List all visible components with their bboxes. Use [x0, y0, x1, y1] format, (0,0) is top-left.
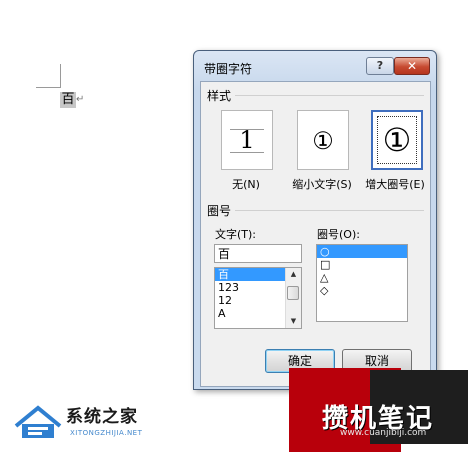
scroll-down-arrow-icon[interactable]: ▼ [286, 315, 301, 328]
xitongzhijia-logo-icon [14, 405, 62, 438]
style-preview-glyph: ① [312, 127, 334, 155]
style-group-divider [207, 95, 424, 96]
enclosure-list-item[interactable]: ○ [317, 245, 407, 258]
margin-corner-horizontal [36, 87, 60, 88]
close-button[interactable]: ✕ [394, 57, 430, 75]
scrollbar-thumb[interactable] [287, 286, 299, 300]
style-label-shrink-text[interactable]: 缩小文字(S) [289, 176, 355, 192]
enclose-characters-dialog: 带圈字符 ? ✕ 样式 1 ① ① 无(N) 缩小文字(S) 增大圈号(E) 圈… [193, 50, 437, 390]
style-option-enlarge-symbol[interactable]: ① [371, 110, 423, 170]
style-preview-shrink: ① [304, 117, 342, 163]
style-label-none[interactable]: 无(N) [213, 176, 279, 192]
text-list-scrollbar[interactable]: ▲ ▼ [285, 268, 301, 328]
dialog-title: 带圈字符 [204, 62, 253, 76]
enclosure-field-label: 圈号(O): [317, 228, 360, 241]
enclosure-list-item[interactable]: □ [317, 258, 407, 271]
text-field-label: 文字(T): [215, 228, 257, 241]
style-preview-none: 1 [228, 117, 266, 163]
scroll-up-arrow-icon[interactable]: ▲ [286, 268, 301, 281]
style-group-label: 样式 [207, 87, 236, 104]
enclosure-group-label: 圈号 [207, 202, 236, 219]
enclosure-listbox[interactable]: ○ □ △ ◇ [316, 244, 408, 322]
style-preview-glyph: ① [382, 121, 412, 159]
style-preview-glyph: 1 [239, 126, 255, 154]
paragraph-mark: ↵ [76, 94, 85, 105]
style-preview-enlarge: ① [377, 116, 417, 164]
margin-corner-vertical [60, 64, 61, 88]
watermark-left-subtitle: XITONGZHIJIA.NET [70, 429, 143, 437]
help-button[interactable]: ? [366, 57, 394, 75]
style-option-none[interactable]: 1 [221, 110, 273, 170]
watermark-left-title: 系统之家 [66, 407, 138, 427]
watermark-right-url: www.cuanjibiji.com [340, 428, 427, 438]
text-listbox[interactable]: 百 123 12 A ▲ ▼ [214, 267, 302, 329]
style-label-enlarge-symbol[interactable]: 增大圈号(E) [362, 176, 428, 192]
enclosure-list-item[interactable]: △ [317, 271, 407, 284]
selected-document-character[interactable]: 百 [60, 92, 76, 108]
dialog-body: 样式 1 ① ① 无(N) 缩小文字(S) 增大圈号(E) 圈号 文字(T): … [200, 81, 431, 387]
style-option-shrink-text[interactable]: ① [297, 110, 349, 170]
text-input[interactable]: 百 [214, 244, 302, 263]
enclosure-list-item[interactable]: ◇ [317, 284, 407, 297]
enclosure-group-divider [207, 210, 424, 211]
